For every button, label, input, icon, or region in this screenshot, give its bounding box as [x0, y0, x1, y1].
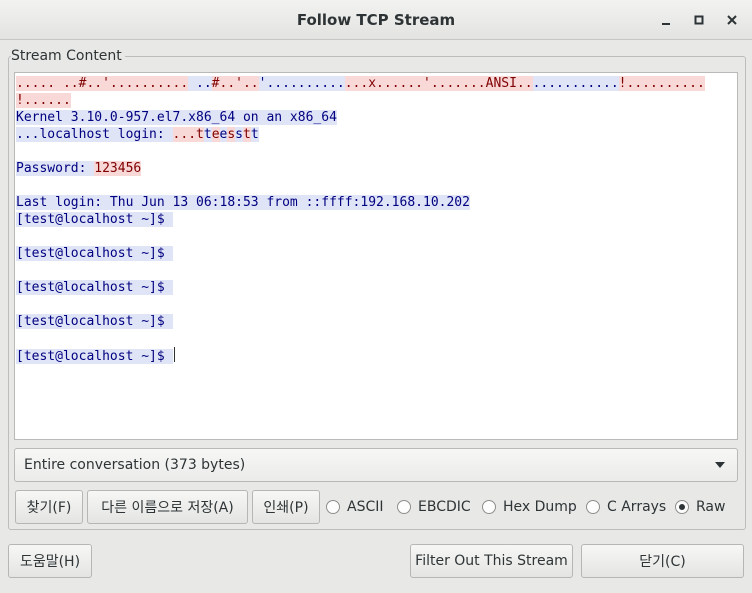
- server-data: [test@localhost ~]$: [16, 246, 173, 261]
- format-label: Hex Dump: [503, 499, 577, 515]
- help-button[interactable]: 도움말(H): [8, 544, 92, 578]
- server-data: ..: [188, 76, 212, 91]
- server-data: [test@localhost ~]$: [16, 314, 173, 329]
- client-data: !......: [16, 93, 71, 108]
- stream-content-label: Stream Content: [11, 48, 125, 64]
- maximize-icon[interactable]: [687, 8, 711, 32]
- format-radio-ebcdic[interactable]: EBCDIC: [397, 497, 471, 517]
- save-as-button[interactable]: 다른 이름으로 저장(A): [87, 490, 248, 524]
- client-data: #..'..: [211, 76, 259, 91]
- server-data: ...........: [532, 76, 619, 91]
- format-radio-raw[interactable]: Raw: [675, 497, 725, 517]
- client-data: !..........: [618, 76, 705, 91]
- client-data: ...x......'.......ANSI..: [344, 76, 533, 91]
- minimize-icon[interactable]: [654, 8, 678, 32]
- title-bar: Follow TCP Stream: [0, 0, 752, 40]
- text-cursor: [173, 347, 175, 362]
- server-data: t: [203, 127, 212, 142]
- stream-line: [16, 330, 737, 347]
- close-button[interactable]: 닫기(C): [581, 544, 744, 578]
- stream-line: [test@localhost ~]$: [16, 211, 737, 228]
- stream-line: ..... ..#..'.......... ..#..'..'........…: [16, 75, 737, 92]
- dropdown-arrow-icon: [715, 462, 725, 468]
- server-data: Last login: Thu Jun 13 06:18:53 from ::f…: [16, 195, 470, 210]
- stream-line: [test@localhost ~]$: [16, 279, 737, 296]
- radio-icon: [586, 500, 600, 514]
- stream-line: !......: [16, 92, 737, 109]
- stream-line: [16, 177, 737, 194]
- radio-selected-icon: [675, 500, 689, 514]
- client-data: t: [243, 127, 251, 142]
- server-data: ...: [16, 127, 40, 142]
- conversation-select[interactable]: Entire conversation (373 bytes): [14, 448, 738, 482]
- server-data: t: [250, 127, 259, 142]
- server-data: [test@localhost ~]$: [16, 212, 173, 227]
- stream-line: [16, 228, 737, 245]
- client-data: t: [196, 127, 204, 142]
- stream-line: Password: 123456: [16, 160, 737, 177]
- stream-line: [test@localhost ~]$: [16, 347, 737, 364]
- stream-line: [16, 143, 737, 160]
- stream-line: [16, 296, 737, 313]
- format-radio-hex-dump[interactable]: Hex Dump: [482, 497, 577, 517]
- server-data: Kernel 3.10.0-957.el7.x86_64 on an x86_6…: [16, 110, 337, 125]
- stream-line: Kernel 3.10.0-957.el7.x86_64 on an x86_6…: [16, 109, 737, 126]
- find-button[interactable]: 찾기(F): [15, 490, 83, 524]
- client-data: ...: [172, 127, 197, 142]
- stream-line: [test@localhost ~]$: [16, 245, 737, 262]
- server-data: Password:: [16, 161, 95, 176]
- stream-line: Last login: Thu Jun 13 06:18:53 from ::f…: [16, 194, 737, 211]
- filter-out-stream-button[interactable]: Filter Out This Stream: [410, 544, 573, 578]
- stream-line: [test@localhost ~]$: [16, 313, 737, 330]
- radio-icon: [397, 500, 411, 514]
- format-label: ASCII: [347, 499, 384, 515]
- server-data: [test@localhost ~]$: [16, 280, 173, 295]
- format-label: EBCDIC: [418, 499, 471, 515]
- format-radio-ascii[interactable]: ASCII: [326, 497, 384, 517]
- client-data: e: [211, 127, 220, 142]
- format-radio-c-arrays[interactable]: C Arrays: [586, 497, 666, 517]
- client-data: s: [227, 127, 236, 142]
- radio-icon: [482, 500, 496, 514]
- close-icon[interactable]: [720, 8, 744, 32]
- stream-line: [16, 262, 737, 279]
- server-data: s: [235, 127, 243, 142]
- client-data: ..... ..#..'..........: [16, 76, 189, 91]
- conversation-select-value: Entire conversation (373 bytes): [24, 457, 246, 473]
- server-data: localhost login:: [39, 127, 173, 142]
- format-label: Raw: [696, 499, 726, 515]
- stream-line: ...localhost login: ...tteesstt: [16, 126, 737, 143]
- radio-icon: [326, 500, 340, 514]
- print-button[interactable]: 인쇄(P): [252, 490, 320, 524]
- format-label: C Arrays: [607, 499, 667, 515]
- server-data: [test@localhost ~]$: [16, 349, 173, 364]
- client-data: 123456: [94, 161, 142, 176]
- window-title: Follow TCP Stream: [296, 11, 456, 29]
- stream-text-view[interactable]: ..... ..#..'.......... ..#..'..'........…: [14, 72, 738, 440]
- server-data: '..........: [258, 76, 345, 91]
